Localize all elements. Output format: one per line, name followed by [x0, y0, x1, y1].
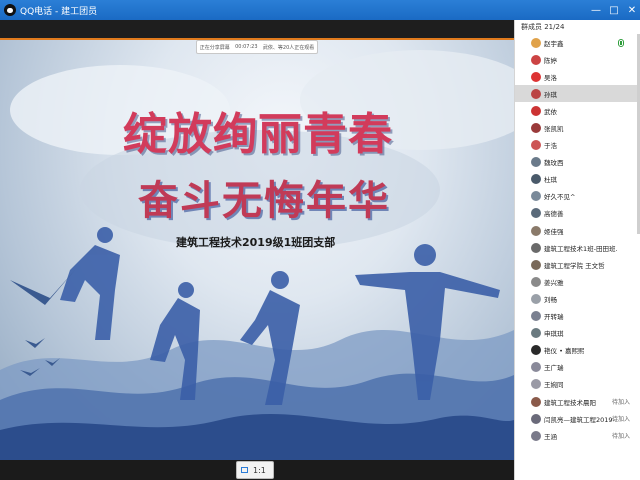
member-status: 待加入 — [611, 416, 630, 424]
member-name: 王涵 — [544, 432, 557, 441]
member-row[interactable]: 于浩 — [515, 137, 640, 154]
member-name: 魏玟西 — [544, 159, 564, 168]
avatar — [531, 71, 541, 82]
member-row[interactable]: 吴洛 — [515, 68, 640, 85]
member-row[interactable]: 艳仪 • 嘉熙熙 — [515, 342, 640, 359]
member-row[interactable]: 孙琪 — [515, 85, 640, 103]
member-name: 建筑工程技术1班-田田班... — [544, 244, 618, 253]
member-name: 建筑工程技术晨阳 — [544, 398, 596, 407]
avatar — [531, 174, 541, 185]
avatar — [531, 140, 541, 151]
qq-logo-icon — [4, 4, 16, 16]
member-name: 王婉同 — [544, 381, 564, 390]
avatar — [531, 191, 541, 202]
member-status: 待加入 — [611, 399, 630, 407]
member-row[interactable]: 好久不见^ — [515, 188, 640, 205]
avatar — [531, 396, 541, 407]
title-bar: QQ电话 - 建工团员 — □ ✕ — [0, 0, 640, 20]
member-row[interactable]: 姜兴雅 — [515, 273, 640, 290]
member-name: 高德善 — [544, 210, 564, 219]
microphone-icon[interactable] — [618, 38, 624, 47]
member-name: 艳仪 • 嘉熙熙 — [544, 347, 585, 356]
avatar — [531, 88, 541, 99]
member-name: 刘畅 — [544, 295, 557, 304]
notice-viewers: 武依、等20人正在观看 — [262, 44, 315, 51]
shared-poster: 绽放绚丽青春 奋斗无悔年华 — [0, 40, 514, 460]
zoom-control[interactable]: 1:1 — [236, 461, 274, 479]
maximize-icon[interactable]: □ — [604, 0, 624, 20]
close-icon[interactable]: ✕ — [622, 0, 640, 20]
member-sidebar: 群成员 21/24 赵宇鑫陈婷吴洛孙琪武依张凯凯于浩魏玟西杜琪好久不见^ 高德善姬… — [514, 20, 640, 480]
avatar — [531, 311, 541, 322]
member-name: 姜兴雅 — [544, 278, 564, 287]
member-row[interactable]: 刘畅 — [515, 290, 640, 307]
avatar — [531, 37, 541, 48]
member-name: 吴洛 — [544, 73, 557, 82]
avatar — [531, 157, 541, 168]
member-name: 赵宇鑫 — [544, 39, 564, 48]
member-row[interactable]: 建筑工程技术晨阳 待加入 — [515, 393, 640, 410]
member-name: 姬佳强 — [544, 227, 564, 236]
member-name: 于浩 — [544, 142, 557, 151]
member-row[interactable]: 建筑工程学院 王文哲 — [515, 256, 640, 273]
member-row[interactable]: 张凯凯 — [515, 119, 640, 136]
member-row[interactable]: 武依 — [515, 102, 640, 119]
member-name: 张凯凯 — [544, 125, 564, 134]
screen-icon — [241, 467, 248, 473]
member-row[interactable]: 姬佳强 — [515, 222, 640, 239]
member-name: 杜琪 — [544, 176, 557, 185]
member-row[interactable]: 申琪琪 — [515, 325, 640, 342]
poster-subtitle: 建筑工程技术2019级1班团支部 — [176, 236, 336, 249]
avatar — [531, 413, 541, 424]
member-row[interactable]: 闫凯亮—建筑工程2019-... 待加入 — [515, 410, 640, 427]
avatar — [531, 123, 541, 134]
zoom-level: 1:1 — [253, 465, 266, 475]
avatar — [531, 362, 541, 373]
member-status: 待加入 — [611, 433, 630, 441]
member-row[interactable]: 魏玟西 — [515, 154, 640, 171]
avatar — [531, 208, 541, 219]
member-row[interactable]: 开转瑞 — [515, 308, 640, 325]
member-row[interactable]: 建筑工程技术1班-田田班... — [515, 239, 640, 256]
member-row[interactable]: 王广瑞 — [515, 359, 640, 376]
member-row[interactable]: 王婉同 — [515, 376, 640, 393]
member-name: 闫凯亮—建筑工程2019-... — [544, 415, 618, 424]
notice-label: 正在分享屏幕 — [199, 44, 230, 51]
shared-screen-stage: 绽放绚丽青春 奋斗无悔年华 正在分享屏幕 00:07:23 武依、等20人正在观… — [0, 20, 514, 480]
avatar — [531, 54, 541, 65]
member-list: 赵宇鑫陈婷吴洛孙琪武依张凯凯于浩魏玟西杜琪好久不见^ 高德善姬佳强建筑工程技术1班… — [515, 34, 640, 444]
member-row[interactable]: 赵宇鑫 — [515, 34, 640, 51]
member-row[interactable]: 杜琪 — [515, 171, 640, 188]
avatar — [531, 345, 541, 356]
member-row[interactable]: 高德善 — [515, 205, 640, 222]
member-name: 王广瑞 — [544, 364, 564, 373]
member-row[interactable]: 王涵 待加入 — [515, 427, 640, 444]
avatar — [531, 105, 541, 116]
member-name: 建筑工程学院 王文哲 — [544, 261, 605, 270]
poster-headline-1: 绽放绚丽青春 — [123, 109, 393, 160]
member-name: 武依 — [544, 107, 557, 116]
member-row[interactable]: 陈婷 — [515, 51, 640, 68]
avatar — [531, 276, 541, 287]
avatar — [531, 379, 541, 390]
avatar — [531, 225, 541, 236]
avatar — [531, 328, 541, 339]
member-count-header: 群成员 21/24 — [521, 23, 565, 31]
member-name: 陈婷 — [544, 56, 557, 65]
notice-time: 00:07:23 — [235, 44, 258, 50]
screen-share-notice: 正在分享屏幕 00:07:23 武依、等20人正在观看 — [196, 40, 318, 54]
minimize-icon[interactable]: — — [586, 0, 606, 20]
member-name: 开转瑞 — [544, 313, 564, 322]
avatar — [531, 293, 541, 304]
member-name: 孙琪 — [544, 90, 557, 99]
avatar — [531, 430, 541, 441]
avatar — [531, 242, 541, 253]
avatar — [531, 259, 541, 270]
member-name: 申琪琪 — [544, 330, 564, 339]
window-title: QQ电话 - 建工团员 — [20, 6, 98, 17]
member-name: 好久不见^ — [544, 193, 576, 202]
poster-headline-2: 奋斗无悔年华 — [138, 177, 390, 224]
